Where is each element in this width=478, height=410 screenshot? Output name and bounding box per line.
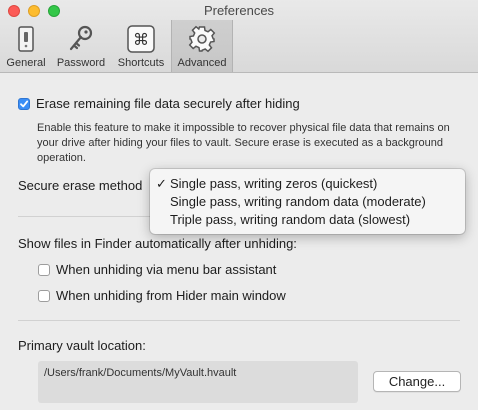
- menu-item-triple-pass-random[interactable]: Triple pass, writing random data (slowes…: [150, 211, 465, 229]
- secure-erase-method-menu: ✓ Single pass, writing zeros (quickest) …: [150, 169, 465, 234]
- erase-secure-checkbox[interactable]: [18, 98, 30, 110]
- erase-secure-label[interactable]: Erase remaining file data securely after…: [36, 96, 300, 111]
- main-window-checkbox[interactable]: [38, 290, 50, 302]
- tab-general[interactable]: General: [2, 20, 50, 72]
- section-divider: [18, 320, 460, 321]
- tab-shortcuts[interactable]: ⌘ Shortcuts: [112, 20, 170, 72]
- window-title: Preferences: [203, 3, 275, 18]
- menu-bar-assistant-checkbox[interactable]: [38, 264, 50, 276]
- vault-location-label: Primary vault location:: [18, 338, 146, 353]
- menu-bar-assistant-label[interactable]: When unhiding via menu bar assistant: [56, 262, 276, 277]
- toolbar: Preferences General Password ⌘ Shortcuts…: [0, 0, 478, 73]
- tab-advanced[interactable]: Advanced: [171, 20, 233, 72]
- change-vault-button[interactable]: Change...: [373, 371, 461, 392]
- checkmark-icon: [20, 100, 29, 108]
- menu-item-single-pass-random[interactable]: Single pass, writing random data (modera…: [150, 193, 465, 211]
- menu-item-label: Single pass, writing random data (modera…: [170, 194, 426, 209]
- show-files-label: Show files in Finder automatically after…: [18, 236, 297, 251]
- menu-item-label: Triple pass, writing random data (slowes…: [170, 212, 411, 227]
- selected-checkmark: ✓: [156, 176, 167, 191]
- tab-label: Advanced: [177, 57, 227, 69]
- erase-secure-description: Enable this feature to make it impossibl…: [37, 122, 450, 164]
- switch-icon: [18, 26, 34, 52]
- secure-erase-method-label: Secure erase method: [18, 178, 143, 193]
- svg-text:⌘: ⌘: [133, 30, 149, 49]
- menu-item-single-pass-zeros[interactable]: ✓ Single pass, writing zeros (quickest): [150, 175, 465, 193]
- tab-password[interactable]: Password: [52, 20, 110, 72]
- gear-icon: [188, 25, 216, 53]
- tab-label: Password: [56, 57, 106, 69]
- key-icon: [69, 25, 93, 51]
- command-key-icon: ⌘: [127, 25, 155, 53]
- tab-label: Shortcuts: [117, 57, 165, 69]
- preferences-window: Preferences General Password ⌘ Shortcuts…: [0, 0, 478, 410]
- vault-path-field: /Users/frank/Documents/MyVault.hvault: [38, 361, 358, 403]
- tab-label: General: [6, 57, 46, 69]
- main-window-label[interactable]: When unhiding from Hider main window: [56, 288, 286, 303]
- menu-item-label: Single pass, writing zeros (quickest): [170, 176, 378, 191]
